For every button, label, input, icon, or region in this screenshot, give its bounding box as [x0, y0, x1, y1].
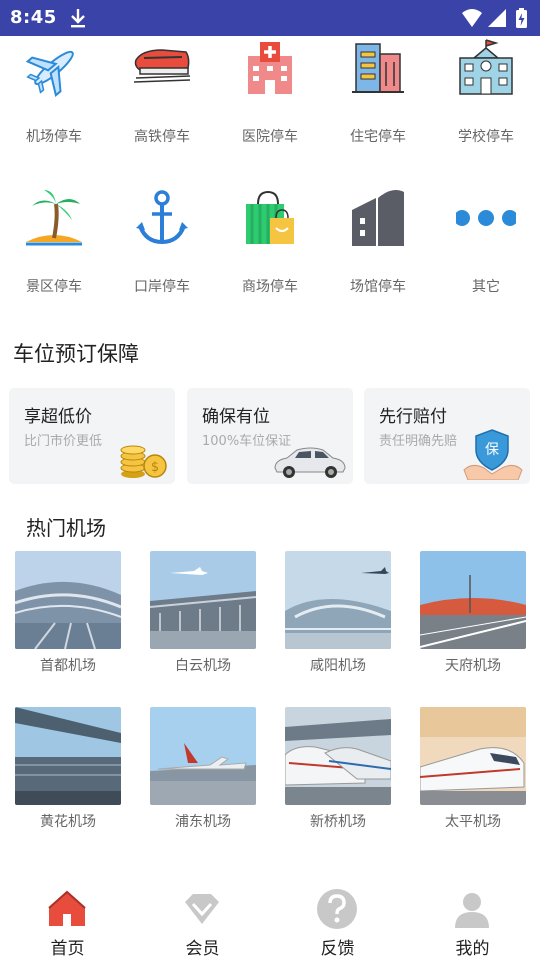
venue-icon — [352, 190, 404, 246]
hot-airports-title: 热门机场 — [26, 516, 106, 540]
airport-card[interactable]: 天府机场 — [420, 551, 526, 681]
category-label: 高铁停车 — [134, 129, 190, 145]
category-other[interactable]: 其它 — [432, 188, 540, 318]
airport-photo — [420, 551, 526, 649]
category-port[interactable]: 口岸停车 — [108, 188, 216, 318]
guarantee-card-compensation[interactable]: 先行赔付 责任明确先赔 保 — [364, 388, 530, 484]
nav-label: 我的 — [455, 939, 490, 959]
guarantee-card-title: 先行赔付 — [379, 407, 447, 427]
category-venue[interactable]: 场馆停车 — [324, 188, 432, 318]
category-label: 机场停车 — [26, 129, 82, 145]
home-icon — [48, 890, 86, 926]
guarantee-card-ensure-spot[interactable]: 确保有位 100%车位保证 — [187, 388, 353, 484]
nav-mine[interactable]: 我的 — [405, 884, 540, 960]
user-icon — [455, 893, 489, 928]
category-airport[interactable]: 机场停车 — [0, 38, 108, 168]
category-scenic[interactable]: 景区停车 — [0, 188, 108, 318]
guarantee-card-title: 享超低价 — [24, 407, 92, 427]
guarantee-card-title: 确保有位 — [202, 407, 270, 427]
nav-home[interactable]: 首页 — [0, 884, 135, 960]
palm-island-icon — [26, 190, 82, 246]
nav-feedback[interactable]: 反馈 — [270, 884, 405, 960]
question-icon — [317, 889, 357, 929]
guarantee-card-low-price[interactable]: 享超低价 比门市价更低 $ — [9, 388, 175, 484]
airport-photo — [150, 551, 256, 649]
residence-icon — [352, 43, 404, 93]
status-right-icons — [462, 8, 527, 28]
airport-card[interactable]: 白云机场 — [150, 551, 256, 681]
battery-icon — [516, 8, 527, 28]
anchor-icon — [136, 190, 188, 245]
airport-name: 新桥机场 — [310, 814, 366, 830]
airport-photo — [15, 551, 121, 649]
more-dots-icon — [456, 210, 516, 226]
airport-card[interactable]: 太平机场 — [420, 707, 526, 837]
category-school[interactable]: 学校停车 — [432, 38, 540, 168]
coins-icon: $ — [120, 445, 167, 478]
shield-hand-icon: 保 — [462, 426, 524, 480]
nav-label: 首页 — [50, 939, 85, 959]
shopping-bag-icon — [246, 190, 294, 244]
guarantee-section-title: 车位预订保障 — [13, 342, 139, 366]
download-icon — [71, 9, 85, 28]
category-label: 场馆停车 — [350, 279, 406, 295]
svg-text:$: $ — [151, 460, 159, 475]
category-mall[interactable]: 商场停车 — [216, 188, 324, 318]
status-bar: 8:45 — [0, 0, 540, 36]
airport-card[interactable]: 浦东机场 — [150, 707, 256, 837]
wifi-icon — [462, 9, 482, 27]
airport-name: 太平机场 — [445, 814, 501, 830]
category-label: 景区停车 — [26, 279, 82, 295]
airport-name: 天府机场 — [445, 658, 501, 674]
nav-label: 会员 — [185, 939, 220, 959]
car-icon — [274, 447, 346, 478]
airport-name: 首都机场 — [40, 658, 96, 674]
airport-photo — [285, 707, 391, 805]
hospital-icon — [248, 42, 292, 94]
nav-label: 反馈 — [320, 939, 355, 959]
airport-name: 咸阳机场 — [310, 658, 366, 674]
airplane-icon — [25, 50, 74, 97]
category-hospital[interactable]: 医院停车 — [216, 38, 324, 168]
school-icon — [459, 39, 513, 95]
airport-name: 浦东机场 — [175, 814, 231, 830]
diamond-icon — [185, 894, 219, 924]
status-time: 8:45 — [10, 7, 57, 28]
category-residence[interactable]: 住宅停车 — [324, 38, 432, 168]
airport-name: 白云机场 — [175, 658, 231, 674]
guarantee-card-subtitle: 责任明确先赔 — [379, 434, 458, 449]
nav-member[interactable]: 会员 — [135, 884, 270, 960]
train-icon — [133, 49, 191, 83]
signal-icon — [488, 9, 506, 27]
bottom-nav: 首页 会员 反馈 我的 — [0, 884, 540, 960]
category-label: 商场停车 — [242, 279, 298, 295]
category-train[interactable]: 高铁停车 — [108, 38, 216, 168]
shield-text: 保 — [485, 442, 499, 458]
category-label: 住宅停车 — [350, 129, 406, 145]
airport-photo — [15, 707, 121, 805]
airport-card[interactable]: 新桥机场 — [285, 707, 391, 837]
category-label: 其它 — [472, 279, 500, 295]
airport-photo — [285, 551, 391, 649]
category-label: 口岸停车 — [134, 279, 190, 295]
category-label: 医院停车 — [242, 129, 298, 145]
airport-card[interactable]: 黄花机场 — [15, 707, 121, 837]
airport-card[interactable]: 咸阳机场 — [285, 551, 391, 681]
airport-name: 黄花机场 — [40, 814, 96, 830]
airport-card[interactable]: 首都机场 — [15, 551, 121, 681]
airport-photo — [150, 707, 256, 805]
guarantee-card-subtitle: 比门市价更低 — [24, 434, 103, 449]
airport-photo — [420, 707, 526, 805]
category-label: 学校停车 — [458, 129, 514, 145]
